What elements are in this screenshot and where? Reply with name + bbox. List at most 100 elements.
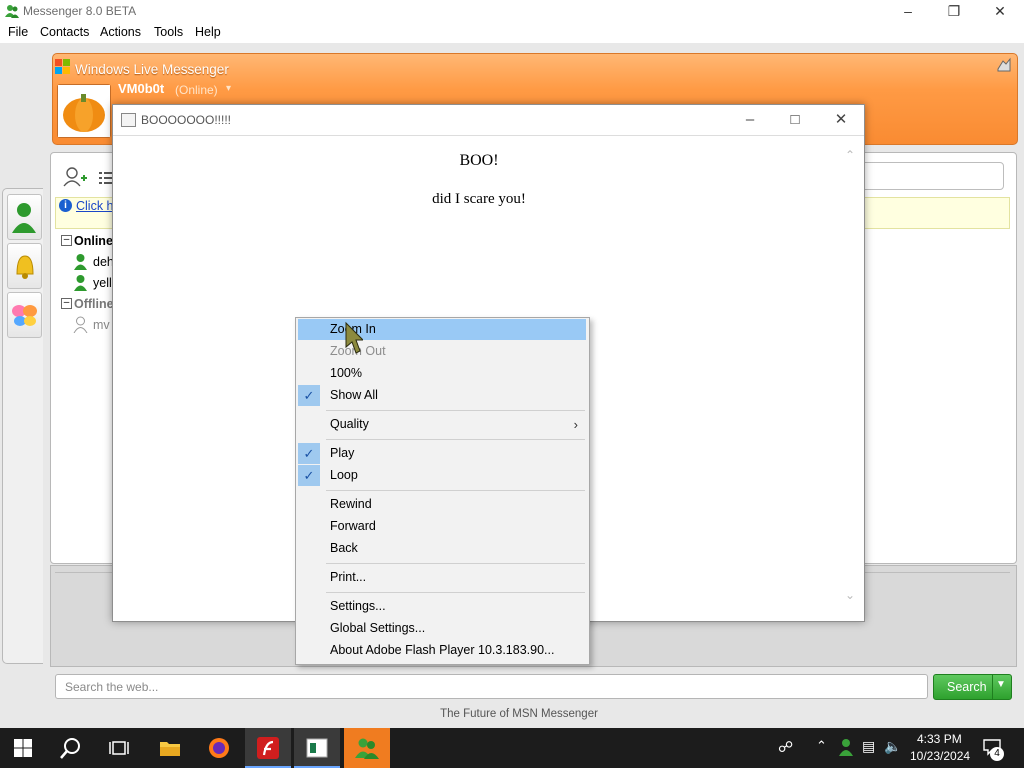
list-view-icon[interactable] — [98, 170, 112, 186]
menu-item-back[interactable]: Back — [298, 538, 586, 559]
menu-item-about-flash[interactable]: About Adobe Flash Player 10.3.183.90... — [298, 640, 586, 661]
clock-time[interactable]: 4:33 PM — [917, 732, 962, 746]
search-icon — [60, 738, 80, 759]
flash-icon — [257, 737, 279, 759]
footer-text: The Future of MSN Messenger — [440, 708, 598, 720]
menu-item-zoom-in[interactable]: Zoom In — [298, 319, 586, 340]
search-button-label: Search — [947, 680, 987, 694]
menu-contacts[interactable]: Contacts — [40, 25, 89, 39]
clock-date[interactable]: 10/23/2024 — [910, 749, 970, 763]
menu-item-zoom-out[interactable]: Zoom Out — [298, 341, 586, 362]
menu-item-label: Print... — [330, 570, 367, 584]
contacts-tab[interactable] — [7, 194, 42, 240]
contact-item[interactable]: mv — [93, 318, 110, 332]
web-search-input[interactable]: Search the web... — [55, 674, 928, 699]
menu-item-settings[interactable]: Settings... — [298, 596, 586, 617]
close-button[interactable]: ✕ — [977, 0, 1023, 22]
task-view-button[interactable] — [96, 728, 142, 768]
flash-window-icon — [121, 113, 136, 127]
menu-item-label: Play — [330, 446, 355, 460]
start-button[interactable] — [0, 728, 46, 768]
people-icon[interactable]: ☍ — [778, 738, 793, 756]
show-hidden-icons-icon[interactable]: ⌃ — [816, 738, 827, 754]
avatar[interactable] — [57, 84, 111, 138]
pumpkin-icon — [58, 85, 110, 137]
info-link[interactable]: Click h — [76, 199, 114, 213]
menu-item-quality[interactable]: Quality › — [298, 414, 586, 435]
menu-separator — [326, 592, 585, 593]
flash-close-button[interactable]: ✕ — [818, 108, 864, 132]
menu-item-label: Back — [330, 541, 358, 555]
search-button[interactable]: Search ▼ — [933, 674, 1012, 700]
menu-item-loop[interactable]: ✓ Loop — [298, 465, 586, 486]
menu-separator — [326, 490, 585, 491]
restore-button[interactable]: ❐ — [931, 0, 977, 22]
app-window-icon — [306, 738, 328, 758]
flash-player-button[interactable] — [245, 728, 291, 768]
window-button[interactable] — [294, 728, 340, 768]
status-dropdown-icon[interactable]: ▾ — [226, 83, 231, 94]
menu-separator — [326, 410, 585, 411]
group-online[interactable]: Online — [74, 234, 113, 248]
search-dropdown-icon[interactable]: ▼ — [996, 679, 1006, 690]
menu-item-show-all[interactable]: ✓ Show All — [298, 385, 586, 406]
scroll-down-icon[interactable]: ⌄ — [845, 588, 855, 602]
info-icon: i — [59, 199, 72, 212]
menu-item-label: 100% — [330, 366, 362, 380]
menu-item-play[interactable]: ✓ Play — [298, 443, 586, 464]
menu-item-global-settings[interactable]: Global Settings... — [298, 618, 586, 639]
network-icon[interactable]: ▤ — [862, 738, 875, 755]
volume-icon[interactable]: 🔈 — [884, 738, 901, 755]
menu-item-print[interactable]: Print... — [298, 567, 586, 588]
windows-start-icon — [14, 739, 32, 757]
firefox-button[interactable] — [196, 728, 242, 768]
menu-separator — [326, 439, 585, 440]
messenger-tray-icon[interactable] — [838, 738, 854, 756]
user-status[interactable]: (Online) — [175, 83, 218, 97]
checkmark-icon: ✓ — [298, 465, 320, 486]
menu-item-forward[interactable]: Forward — [298, 516, 586, 537]
file-explorer-button[interactable] — [147, 728, 193, 768]
notification-count-badge: 4 — [990, 747, 1004, 761]
menu-item-label: Forward — [330, 519, 376, 533]
alerts-tab[interactable] — [7, 243, 42, 289]
web-search-placeholder: Search the web... — [65, 680, 159, 694]
menu-item-rewind[interactable]: Rewind — [298, 494, 586, 515]
search-contacts-input[interactable] — [860, 162, 1004, 190]
flash-minimize-button[interactable]: – — [727, 108, 773, 132]
menu-item-label: Global Settings... — [330, 621, 426, 635]
scroll-up-icon[interactable]: ⌃ — [845, 148, 855, 162]
checkmark-icon: ✓ — [298, 443, 320, 464]
menu-item-100-percent[interactable]: 100% — [298, 363, 586, 384]
group-offline[interactable]: Offline — [74, 297, 114, 311]
menu-item-label: Loop — [330, 468, 358, 482]
contact-item[interactable]: yell — [93, 276, 112, 290]
flash-heading: BOO! — [459, 152, 499, 169]
collapse-offline-icon[interactable]: – — [61, 298, 72, 309]
offline-contact-icon — [73, 316, 88, 333]
collapse-online-icon[interactable]: – — [61, 235, 72, 246]
menu-help[interactable]: Help — [195, 25, 221, 39]
submenu-arrow-icon: › — [573, 417, 578, 432]
contact-person-icon — [12, 203, 36, 233]
messenger-taskbar-button[interactable] — [344, 728, 390, 768]
menu-actions[interactable]: Actions — [100, 25, 141, 39]
menu-file[interactable]: File — [8, 25, 28, 39]
user-display-name[interactable]: VM0b0t — [118, 81, 164, 96]
customize-icon[interactable] — [996, 57, 1012, 73]
contact-item[interactable]: deh — [93, 255, 114, 269]
flash-window-title: BOOOOOOO!!!!! — [141, 113, 232, 127]
folder-icon — [160, 742, 180, 756]
butterfly-icon — [12, 305, 37, 326]
menu-tools[interactable]: Tools — [154, 25, 183, 39]
task-view-icon — [109, 741, 129, 755]
menu-item-label: About Adobe Flash Player 10.3.183.90... — [330, 643, 555, 657]
flash-maximize-button[interactable]: □ — [772, 108, 818, 132]
add-contact-icon[interactable] — [62, 166, 88, 188]
firefox-icon — [209, 738, 229, 758]
minimize-button[interactable]: – — [885, 0, 931, 22]
taskbar-search-button[interactable] — [48, 728, 94, 768]
spaces-tab[interactable] — [7, 292, 42, 338]
action-center-icon[interactable]: 4 — [982, 738, 1004, 761]
title-bar — [0, 0, 1024, 22]
